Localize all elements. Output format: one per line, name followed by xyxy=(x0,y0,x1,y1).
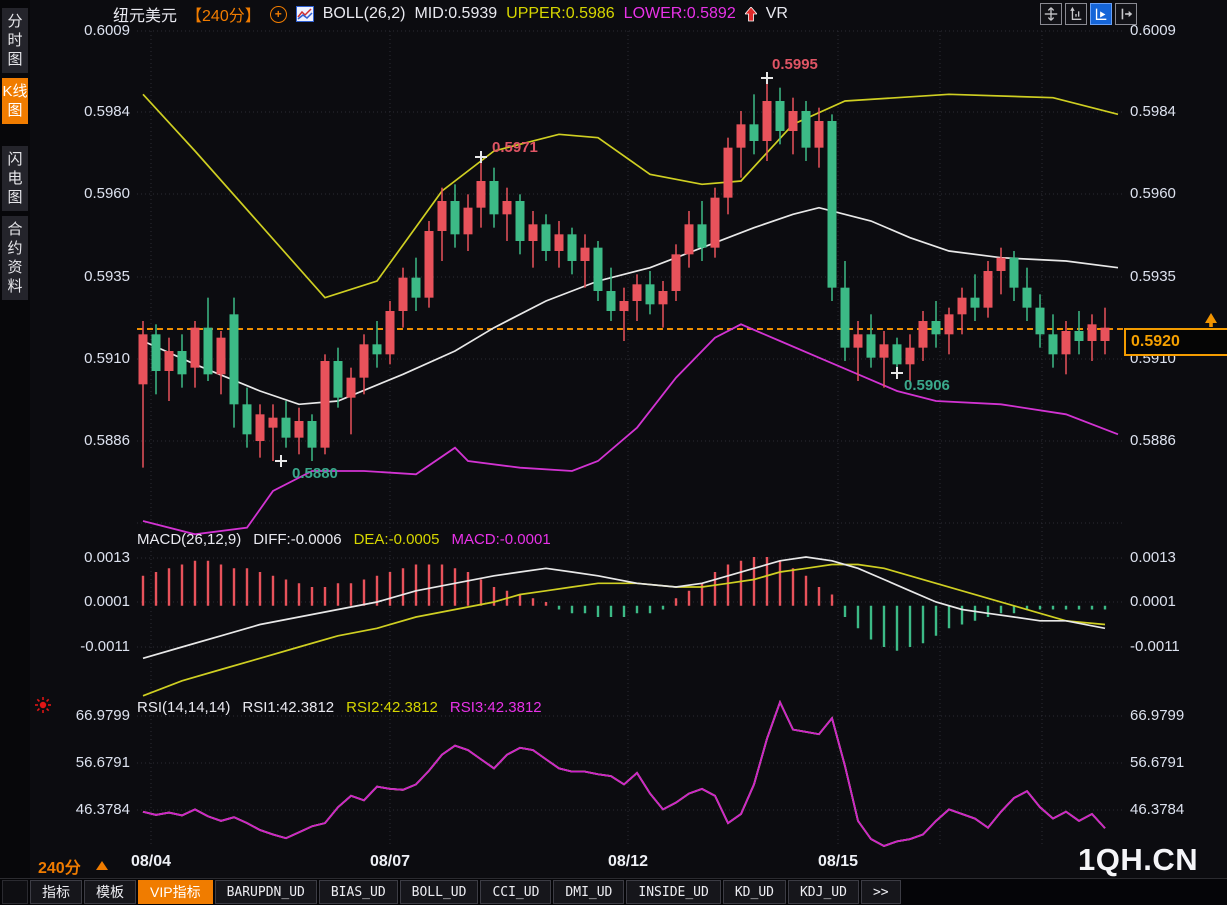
last-price-tag: 0.5920 xyxy=(1124,328,1227,356)
date-label: 08/04 xyxy=(121,853,181,871)
rsi2-value: RSI2:42.3812 xyxy=(346,699,438,716)
price-tick: 0.5960 xyxy=(1130,185,1176,203)
macd-tick: -0.0011 xyxy=(1130,638,1180,656)
macd-dea-value: DEA:-0.0005 xyxy=(354,531,440,548)
toolbar-tab-6[interactable]: CCI_UD xyxy=(480,880,551,904)
detach-panel-icon[interactable] xyxy=(1115,3,1137,25)
macd-name: MACD(26,12,9) xyxy=(137,531,241,548)
period-selector[interactable]: 240分 xyxy=(38,854,81,878)
rsi-tick: 46.3784 xyxy=(1130,801,1184,819)
swing-low-label: 0.5906 xyxy=(904,377,950,394)
boll-indicator-label: BOLL(26,2) xyxy=(323,5,406,23)
macd-macd-value: MACD:-0.0001 xyxy=(451,531,550,548)
trading-app-window: 分时图 K线图闪电图合约资料 纽元美元 【240分】 BOLL(26,2) MID… xyxy=(0,0,1227,905)
boll-upper-value: UPPER:0.5986 xyxy=(506,5,615,23)
sidebar-item-0[interactable]: 分时图 xyxy=(2,8,28,73)
swing-low-label: 0.5880 xyxy=(292,465,338,482)
swing-high-label: 0.5971 xyxy=(492,139,538,156)
toolbar-tab-11[interactable]: >> xyxy=(861,880,901,904)
chart-play-icon[interactable] xyxy=(1090,3,1112,25)
macd-tick: 0.0013 xyxy=(34,549,130,567)
rsi-tick: 56.6791 xyxy=(34,754,130,772)
chart-header: 纽元美元 【240分】 BOLL(26,2) MID:0.5939 UPPER:… xyxy=(113,3,788,25)
alarm-icon[interactable] xyxy=(34,696,52,714)
toolbar-tab-2[interactable]: VIP指标 xyxy=(138,880,213,904)
macd-header: MACD(26,12,9) DIFF:-0.0006 DEA:-0.0005 M… xyxy=(137,531,551,548)
sidebar-item-2[interactable]: 闪电图 xyxy=(2,146,28,211)
toolbar-tab-5[interactable]: BOLL_UD xyxy=(400,880,479,904)
macd-tick: 0.0001 xyxy=(34,593,130,611)
pan-crosshair-icon[interactable] xyxy=(1040,3,1062,25)
toolbar-tab-3[interactable]: BARUPDN_UD xyxy=(215,880,317,904)
price-tick: 0.5886 xyxy=(34,432,130,450)
rsi1-value: RSI1:42.3812 xyxy=(242,699,334,716)
price-tick: 0.5984 xyxy=(1130,103,1176,121)
add-indicator-icon[interactable] xyxy=(270,6,287,23)
window-buttons xyxy=(1040,3,1137,25)
toolbar-tab-7[interactable]: DMI_UD xyxy=(553,880,624,904)
price-tick: 0.5960 xyxy=(34,185,130,203)
boll-mid-value: MID:0.5939 xyxy=(414,5,497,23)
macd-tick: 0.0013 xyxy=(1130,549,1176,567)
price-tick: 0.5886 xyxy=(1130,432,1176,450)
toolbar-tab-0[interactable]: 指标 xyxy=(30,880,82,904)
toolbar-corner xyxy=(2,880,28,904)
chart-type-sidebar: 分时图 K线图闪电图合约资料 xyxy=(0,0,30,905)
chart-canvas[interactable] xyxy=(0,0,1227,905)
rsi-header: RSI(14,14,14) RSI1:42.3812 RSI2:42.3812 … xyxy=(137,699,542,716)
period-arrow-icon[interactable] xyxy=(96,861,108,870)
toolbar-tab-4[interactable]: BIAS_UD xyxy=(319,880,398,904)
price-tick: 0.5910 xyxy=(34,350,130,368)
period-badge[interactable]: 【240分】 xyxy=(186,2,261,26)
rsi-name: RSI(14,14,14) xyxy=(137,699,230,716)
price-tick: 0.5935 xyxy=(34,268,130,286)
axis-scale-icon[interactable] xyxy=(1065,3,1087,25)
mini-chart-icon xyxy=(296,6,314,22)
up-arrow-icon xyxy=(745,7,757,22)
macd-diff-value: DIFF:-0.0006 xyxy=(253,531,341,548)
rsi3-value: RSI3:42.3812 xyxy=(450,699,542,716)
toolbar-tab-9[interactable]: KD_UD xyxy=(723,880,786,904)
vr-label[interactable]: VR xyxy=(766,5,788,23)
date-label: 08/07 xyxy=(360,853,420,871)
sidebar-item-3[interactable]: 合约资料 xyxy=(2,216,28,300)
sidebar-item-1[interactable]: K线图 xyxy=(2,78,28,124)
toolbar-tab-8[interactable]: INSIDE_UD xyxy=(626,880,720,904)
toolbar-tab-10[interactable]: KDJ_UD xyxy=(788,880,859,904)
price-arrow-icon xyxy=(1203,312,1219,328)
date-label: 08/12 xyxy=(598,853,658,871)
indicator-toolbar: 指标模板VIP指标BARUPDN_UDBIAS_UDBOLL_UDCCI_UDD… xyxy=(0,878,1227,905)
date-label: 08/15 xyxy=(808,853,868,871)
instrument-name: 纽元美元 xyxy=(113,2,177,26)
swing-high-label: 0.5995 xyxy=(772,56,818,73)
macd-tick: 0.0001 xyxy=(1130,593,1176,611)
watermark: 1QH.CN xyxy=(1078,842,1198,878)
price-tick: 0.5984 xyxy=(34,103,130,121)
boll-lower-value: LOWER:0.5892 xyxy=(624,5,736,23)
toolbar-tab-1[interactable]: 模板 xyxy=(84,880,136,904)
rsi-tick: 56.6791 xyxy=(1130,754,1184,772)
rsi-tick: 66.9799 xyxy=(1130,707,1184,725)
rsi-tick: 46.3784 xyxy=(34,801,130,819)
price-tick: 0.5935 xyxy=(1130,268,1176,286)
macd-tick: -0.0011 xyxy=(34,638,130,656)
